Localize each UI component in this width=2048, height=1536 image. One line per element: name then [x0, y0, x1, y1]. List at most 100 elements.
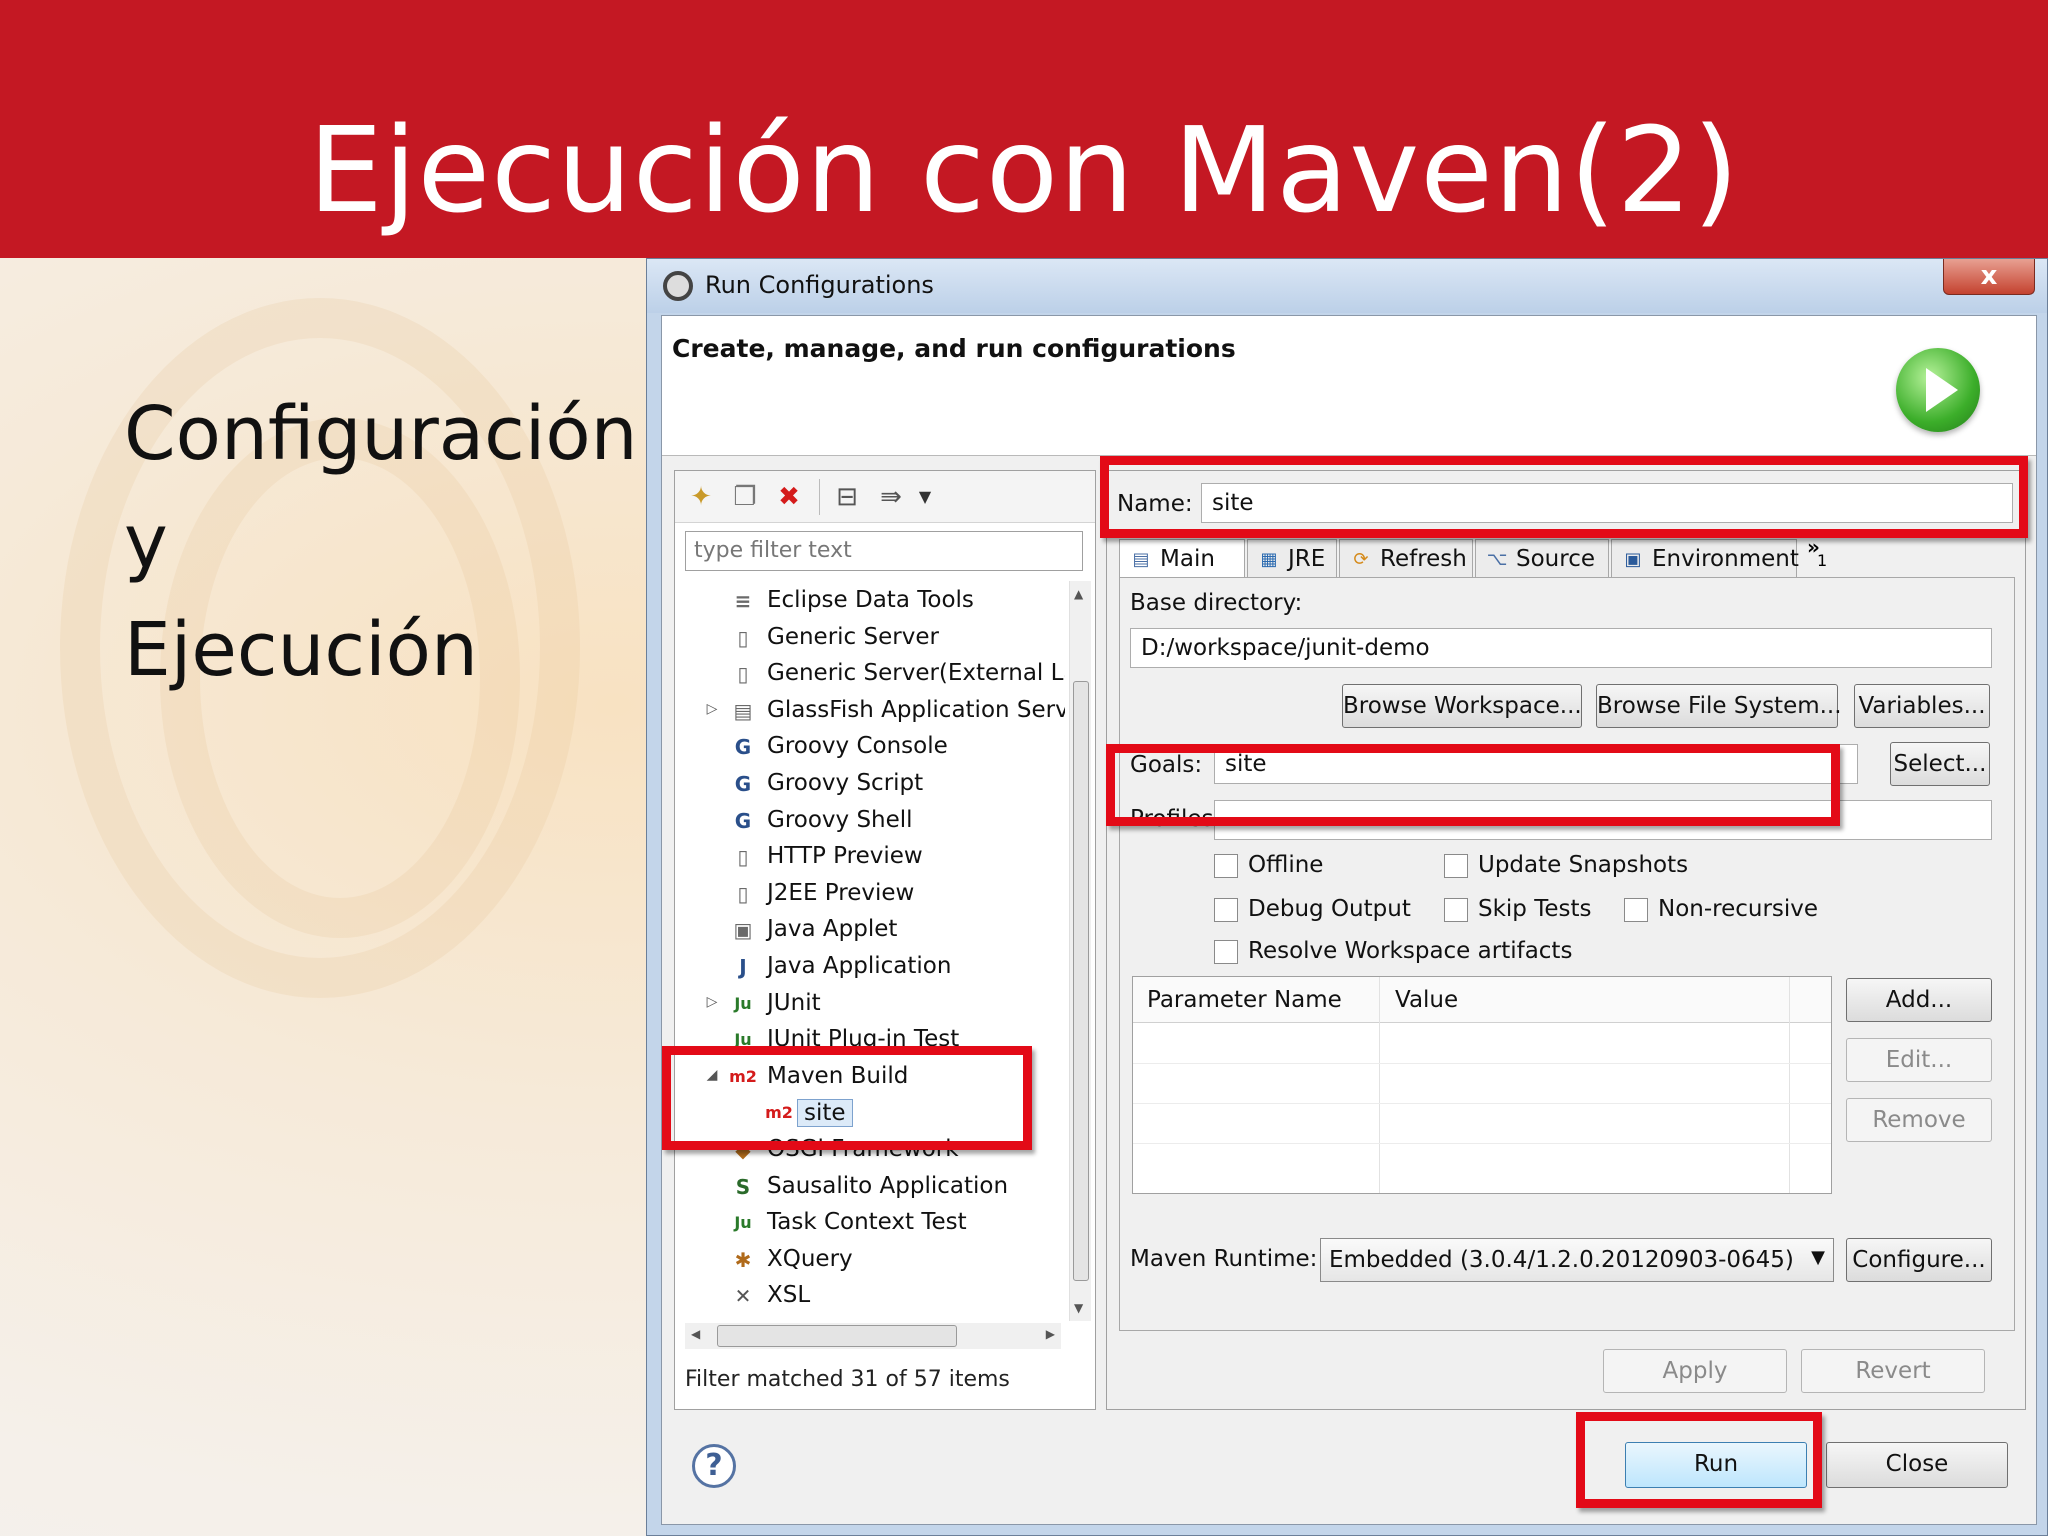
tree-item-sausalito-application[interactable]: S Sausalito Application	[675, 1169, 1065, 1205]
tree-item-j2ee-preview[interactable]: ▯ J2EE Preview	[675, 876, 1065, 912]
filter-status: Filter matched 31 of 57 items	[685, 1367, 1010, 1392]
column-header-value[interactable]: Value	[1395, 987, 1458, 1013]
delete-icon[interactable]: ✖	[775, 483, 803, 511]
tree-item-label: Groovy Shell	[767, 806, 913, 833]
slide-body-line: Ejecución	[124, 607, 478, 693]
revert-button[interactable]: Revert	[1801, 1349, 1985, 1393]
non-recursive-checkbox[interactable]	[1624, 898, 1648, 922]
browse-file-system-button[interactable]: Browse File System...	[1596, 684, 1842, 728]
tree-item-task-context-test[interactable]: Ju Task Context Test	[675, 1205, 1065, 1241]
scroll-right-icon[interactable]: ▶	[1046, 1327, 1055, 1341]
tree-item-groovy-shell[interactable]: G Groovy Shell	[675, 803, 1065, 839]
slide-title: Ejecución con Maven(2)	[308, 101, 1740, 239]
tab-source[interactable]: ⌥ Source	[1475, 539, 1609, 579]
tree-item-java-application[interactable]: J Java Application	[675, 949, 1065, 985]
tree-item-groovy-console[interactable]: G Groovy Console	[675, 729, 1065, 765]
tree-vertical-scrollbar[interactable]: ▲ ▼	[1069, 581, 1091, 1321]
tree-item-label: Java Application	[767, 953, 952, 979]
browse-workspace-button[interactable]: Browse Workspace...	[1342, 684, 1582, 728]
tree-item-glassfish-application-serv[interactable]: ▷ ▤ GlassFish Application Serv	[675, 693, 1065, 729]
java-app-icon: J	[739, 955, 747, 979]
expand-arrow-icon[interactable]: ▷	[703, 701, 721, 717]
tab-label: Environment	[1652, 546, 1799, 572]
dialog-title: Run Configurations	[705, 271, 934, 299]
table-row	[1133, 1103, 1831, 1104]
highlight-name-field	[1100, 456, 2028, 538]
tab-jre[interactable]: ▦ JRE	[1247, 539, 1337, 579]
scrollbar-thumb[interactable]	[1073, 681, 1089, 1281]
new-configuration-icon[interactable]: ✦	[687, 483, 715, 511]
update-snapshots-checkbox[interactable]	[1444, 854, 1468, 878]
tree-item-label: JUnit	[767, 989, 821, 1016]
close-button[interactable]: Close	[1826, 1442, 2008, 1488]
collapse-all-icon[interactable]: ⊟	[833, 483, 861, 511]
select-goals-button[interactable]: Select...	[1890, 742, 1990, 786]
variables-button[interactable]: Variables...	[1854, 684, 1990, 728]
gear-icon	[663, 271, 693, 301]
tree-item-eclipse-data-tools[interactable]: ≡ Eclipse Data Tools	[675, 583, 1065, 619]
xquery-icon: ✱	[734, 1247, 752, 1272]
tree-item-label: Groovy Console	[767, 733, 948, 760]
dialog-titlebar[interactable]: Run Configurations x	[647, 259, 2047, 313]
highlight-goals-field	[1106, 744, 1840, 826]
tree-item-junit[interactable]: ▷ Ju JUnit	[675, 986, 1065, 1022]
chevron-down-icon[interactable]: ▼	[911, 483, 939, 511]
slide-body-line: y	[124, 499, 168, 585]
add-parameter-button[interactable]: Add...	[1846, 978, 1992, 1022]
maven-runtime-select[interactable]: Embedded (3.0.4/1.2.0.20120903-0645) ▼	[1320, 1238, 1834, 1282]
duplicate-icon[interactable]: ❐	[731, 483, 759, 511]
tab-main[interactable]: ▤ Main	[1119, 539, 1245, 579]
configure-runtime-button[interactable]: Configure...	[1846, 1238, 1992, 1282]
tree-item-generic-server-external-la[interactable]: ▯ Generic Server(External La	[675, 656, 1065, 692]
parameters-table[interactable]: Parameter Name Value	[1132, 976, 1832, 1194]
debug-output-checkbox[interactable]	[1214, 898, 1238, 922]
remove-parameter-button[interactable]: Remove	[1846, 1098, 1992, 1142]
window-close-button[interactable]: x	[1943, 259, 2035, 295]
xsl-icon: ✕	[734, 1284, 752, 1309]
groovy-icon: G	[734, 772, 752, 796]
filter-input[interactable]: type filter text	[685, 531, 1083, 571]
tab-refresh[interactable]: ⟳ Refresh	[1339, 539, 1473, 579]
database-icon: ≡	[734, 589, 752, 613]
scroll-left-icon[interactable]: ◀	[691, 1327, 700, 1341]
tree-item-http-preview[interactable]: ▯ HTTP Preview	[675, 839, 1065, 875]
configuration-tabs: ▤ Main ▦ JRE ⟳ Refresh ⌥ Source ▣ Environment…	[1119, 535, 2015, 579]
scroll-down-icon[interactable]: ▼	[1074, 1301, 1083, 1315]
resolve-workspace-checkbox[interactable]	[1214, 940, 1238, 964]
scroll-up-icon[interactable]: ▲	[1074, 587, 1083, 601]
tree-item-label: J2EE Preview	[767, 879, 915, 906]
run-configurations-dialog: Run Configurations x Create, manage, and…	[646, 258, 2048, 1536]
tab-label: Refresh	[1380, 546, 1467, 572]
filter-icon[interactable]: ⇛	[877, 483, 905, 511]
tree-item-groovy-script[interactable]: G Groovy Script	[675, 766, 1065, 802]
tab-environment[interactable]: ▣ Environment	[1611, 539, 1799, 579]
tree-item-xquery[interactable]: ✱ XQuery	[675, 1242, 1065, 1278]
tree-horizontal-scrollbar[interactable]: ◀ ▶	[685, 1323, 1061, 1349]
server-icon: ▯	[737, 662, 749, 687]
column-header-parameter-name[interactable]: Parameter Name	[1147, 987, 1342, 1013]
edit-parameter-button[interactable]: Edit...	[1846, 1038, 1992, 1082]
resolve-workspace-label: Resolve Workspace artifacts	[1248, 938, 1573, 964]
glassfish-icon: ▤	[733, 698, 753, 723]
highlight-maven-build	[662, 1046, 1032, 1150]
tree-item-label: XSL	[767, 1282, 811, 1309]
tree-item-xsl[interactable]: ✕ XSL	[675, 1278, 1065, 1314]
skip-tests-checkbox[interactable]	[1444, 898, 1468, 922]
tree-item-label: Sausalito Application	[767, 1172, 1009, 1199]
scrollbar-thumb[interactable]	[717, 1325, 957, 1347]
table-column-divider	[1379, 977, 1380, 1193]
junit-icon: Ju	[734, 993, 752, 1013]
offline-label: Offline	[1248, 852, 1324, 878]
offline-checkbox[interactable]	[1214, 854, 1238, 878]
help-icon[interactable]: ?	[692, 1444, 736, 1488]
apply-button[interactable]: Apply	[1603, 1349, 1787, 1393]
skip-tests-label: Skip Tests	[1478, 896, 1592, 922]
banner-title: Create, manage, and run configurations	[672, 334, 1236, 363]
configuration-tree: ≡ Eclipse Data Tools ▯ Generic Server ▯ Gener…	[675, 581, 1065, 1321]
tree-item-generic-server[interactable]: ▯ Generic Server	[675, 620, 1065, 656]
tree-item-java-applet[interactable]: ▣ Java Applet	[675, 912, 1065, 948]
base-directory-input[interactable]: D:/workspace/junit-demo	[1130, 628, 1992, 668]
table-column-divider	[1789, 977, 1790, 1193]
jre-icon: ▦	[1260, 549, 1278, 570]
expand-arrow-icon[interactable]: ▷	[703, 994, 721, 1010]
